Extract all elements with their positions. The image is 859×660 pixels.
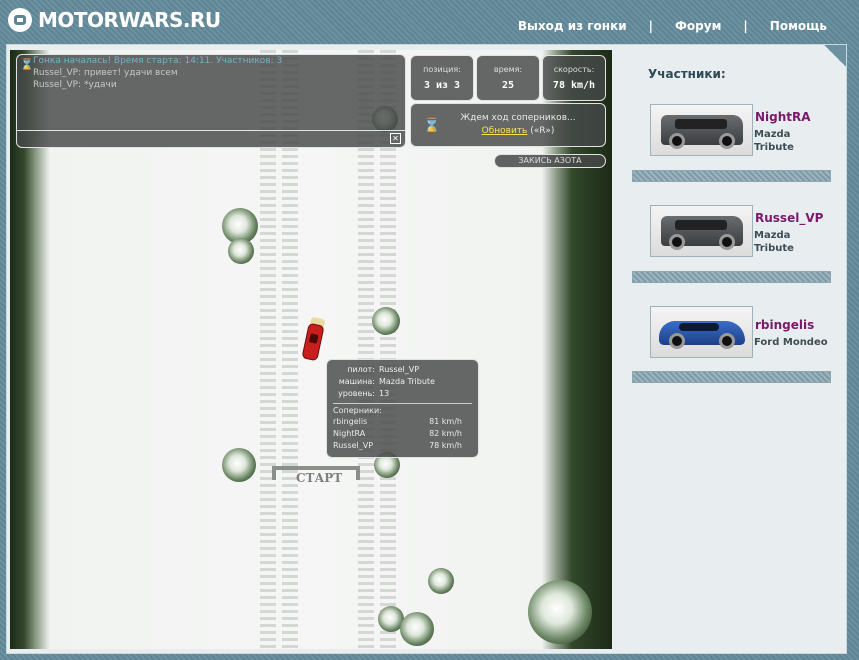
position-label: позиция: <box>423 65 461 74</box>
opponent-speed: 81 km/h <box>429 417 462 426</box>
participant-car: Mazda Tribute <box>754 230 794 254</box>
suv-icon <box>650 104 753 156</box>
level-value: 13 <box>379 389 390 398</box>
position-box: позиция: 3 из 3 <box>410 55 474 101</box>
sidebar-divider <box>632 170 831 182</box>
chat-line: Russel_VP: привет! удачи всем <box>33 68 178 78</box>
logo-icon <box>8 8 32 32</box>
participants-title: Участники: <box>648 67 726 81</box>
sidebar-divider <box>632 371 831 383</box>
opponent-name: NightRA <box>333 429 366 438</box>
chat-line-system: Гонка началась! Время старта: 14:11. Уча… <box>33 56 283 66</box>
speed-label: скорость: <box>553 65 595 74</box>
snowy-tree <box>400 612 434 646</box>
exit-race-link[interactable]: Выход из гонки <box>518 19 627 33</box>
forum-link[interactable]: Форум <box>675 19 721 33</box>
pilot-label: пилот: <box>347 365 375 374</box>
car-label: машина: <box>338 377 375 386</box>
level-label: уровень: <box>338 389 375 398</box>
chat-line: Russel_VP: *удачи <box>33 80 117 90</box>
time-value: 25 <box>501 80 515 91</box>
chat-panel: ⌛ Гонка началась! Время старта: 14:11. У… <box>16 54 406 148</box>
waiting-panel: ⌛ Ждем ход соперников... Обновить («R») <box>410 103 606 147</box>
participant-car: Ford Mondeo <box>754 337 828 348</box>
site-logo[interactable]: MOTORWARS.RU <box>8 8 221 32</box>
nav-separator: | <box>648 19 654 33</box>
participant-card[interactable]: NightRA Mazda Tribute <box>650 104 830 158</box>
position-value: 3 из 3 <box>423 80 461 91</box>
divider <box>333 403 472 404</box>
snowy-tree <box>372 307 400 335</box>
help-link[interactable]: Помощь <box>770 19 827 33</box>
hourglass-icon: ⌛ <box>423 118 441 134</box>
sidebar-divider <box>632 271 831 283</box>
refresh-link[interactable]: Обновить <box>482 126 528 136</box>
pilot-info-popup: пилот: Russel_VP машина: Mazda Tribute уро… <box>326 359 479 458</box>
car-value: Mazda Tribute <box>379 377 435 386</box>
time-box: время: 25 <box>476 55 540 101</box>
opponent-row: NightRA 82 km/h <box>333 428 472 440</box>
pilot-info-table: пилот: Russel_VP машина: Mazda Tribute уро… <box>333 364 437 400</box>
opponent-speed: 82 km/h <box>429 429 462 438</box>
snowy-tree <box>528 580 592 644</box>
opponent-row: Russel_VP 78 km/h <box>333 440 472 452</box>
participant-name[interactable]: NightRA <box>755 110 811 124</box>
snowy-tree <box>228 238 254 264</box>
time-label: время: <box>493 65 523 74</box>
participant-card[interactable]: Russel_VP Mazda Tribute <box>650 205 830 259</box>
opponent-speed: 78 km/h <box>429 441 462 450</box>
logo-text: MOTORWARS.RU <box>38 8 221 32</box>
player-car[interactable] <box>301 322 325 362</box>
nav-separator: | <box>743 19 748 33</box>
opponents-title: Соперники: <box>333 406 382 415</box>
chat-input[interactable] <box>17 130 405 147</box>
opponent-row: rbingelis 81 km/h <box>333 416 472 428</box>
opponent-name: Russel_VP <box>333 441 374 450</box>
participant-name[interactable]: Russel_VP <box>755 211 823 225</box>
close-icon[interactable]: ✕ <box>390 133 401 144</box>
opponent-name: rbingelis <box>333 417 368 426</box>
participant-name[interactable]: rbingelis <box>755 318 814 332</box>
nitro-button[interactable]: ЗАКИСЬ АЗОТА <box>494 154 606 168</box>
hourglass-icon: ⌛ <box>20 58 34 71</box>
speed-box: скорость: 78 km/h <box>542 55 606 101</box>
start-label: СТАРТ <box>296 471 343 485</box>
snowy-tree <box>222 448 256 482</box>
refresh-hotkey: («R») <box>530 126 555 136</box>
speed-value: 78 km/h <box>552 80 596 91</box>
participant-card[interactable]: rbingelis Ford Mondeo <box>650 306 830 360</box>
corner-fold <box>824 45 846 67</box>
participant-car: Mazda Tribute <box>754 129 794 153</box>
suv-icon <box>650 205 753 257</box>
top-nav: Выход из гонки | Форум | Помощь <box>518 19 827 33</box>
sedan-icon <box>650 306 753 358</box>
pilot-value: Russel_VP <box>379 365 420 374</box>
snowy-tree <box>428 568 454 594</box>
